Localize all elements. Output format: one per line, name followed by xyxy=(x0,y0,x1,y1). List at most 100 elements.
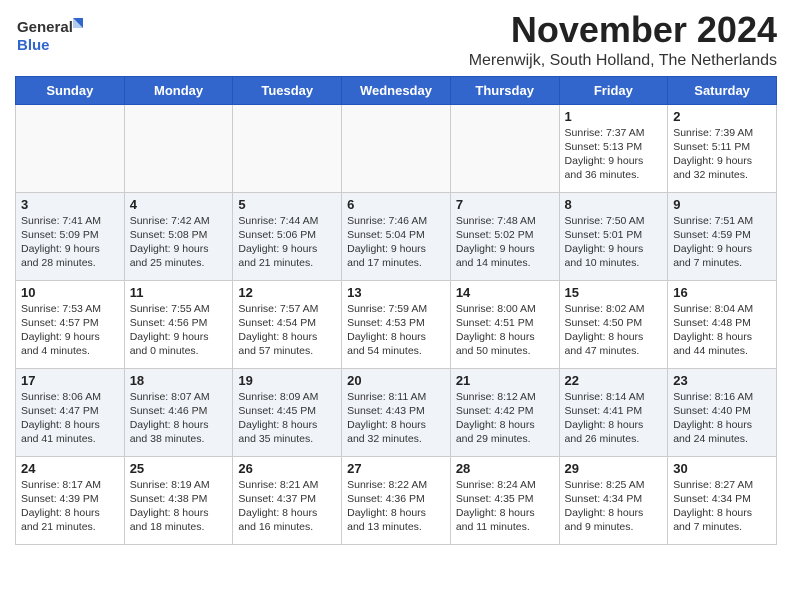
day-number: 2 xyxy=(673,109,771,124)
title-area: November 2024 Merenwijk, South Holland, … xyxy=(469,10,777,70)
calendar-cell: 11 Sunrise: 7:55 AM Sunset: 4:56 PM Dayli… xyxy=(124,280,233,368)
month-title: November 2024 xyxy=(469,10,777,50)
calendar-cell: 27Sunrise: 8:22 AM Sunset: 4:36 PM Dayli… xyxy=(342,456,451,544)
day-number: 22 xyxy=(565,373,663,388)
calendar-cell: 17Sunrise: 8:06 AM Sunset: 4:47 PM Dayli… xyxy=(16,368,125,456)
day-info: Sunrise: 8:07 AM Sunset: 4:46 PM Dayligh… xyxy=(130,390,228,447)
day-info: Sunrise: 8:19 AM Sunset: 4:38 PM Dayligh… xyxy=(130,478,228,535)
day-number: 13 xyxy=(347,285,445,300)
day-number: 27 xyxy=(347,461,445,476)
day-info: Sunrise: 7:39 AM Sunset: 5:11 PM Dayligh… xyxy=(673,126,771,183)
day-info: Sunrise: 8:27 AM Sunset: 4:34 PM Dayligh… xyxy=(673,478,771,535)
location-subtitle: Merenwijk, South Holland, The Netherland… xyxy=(469,52,777,70)
day-info: Sunrise: 8:04 AM Sunset: 4:48 PM Dayligh… xyxy=(673,302,771,359)
day-number: 9 xyxy=(673,197,771,212)
calendar-cell: 10Sunrise: 7:53 AM Sunset: 4:57 PM Dayli… xyxy=(16,280,125,368)
header-row: SundayMondayTuesdayWednesdayThursdayFrid… xyxy=(16,76,777,104)
day-info: Sunrise: 8:16 AM Sunset: 4:40 PM Dayligh… xyxy=(673,390,771,447)
logo-svg: General Blue xyxy=(15,14,85,56)
day-number: 20 xyxy=(347,373,445,388)
page-header: General Blue November 2024 Merenwijk, So… xyxy=(15,10,777,70)
svg-text:Blue: Blue xyxy=(17,37,50,54)
calendar-week-4: 17Sunrise: 8:06 AM Sunset: 4:47 PM Dayli… xyxy=(16,368,777,456)
calendar-cell: 22 Sunrise: 8:14 AM Sunset: 4:41 PM Dayli… xyxy=(559,368,668,456)
day-number: 28 xyxy=(456,461,554,476)
calendar-week-2: 3 Sunrise: 7:41 AM Sunset: 5:09 PM Daylig… xyxy=(16,192,777,280)
col-header-tuesday: Tuesday xyxy=(233,76,342,104)
day-info: Sunrise: 7:41 AM Sunset: 5:09 PM Dayligh… xyxy=(21,214,119,271)
day-info: Sunrise: 8:02 AM Sunset: 4:50 PM Dayligh… xyxy=(565,302,663,359)
calendar-week-3: 10Sunrise: 7:53 AM Sunset: 4:57 PM Dayli… xyxy=(16,280,777,368)
calendar-cell: 13 Sunrise: 7:59 AM Sunset: 4:53 PM Dayli… xyxy=(342,280,451,368)
col-header-friday: Friday xyxy=(559,76,668,104)
col-header-saturday: Saturday xyxy=(668,76,777,104)
calendar-cell: 12 Sunrise: 7:57 AM Sunset: 4:54 PM Dayli… xyxy=(233,280,342,368)
day-number: 11 xyxy=(130,285,228,300)
calendar-table: SundayMondayTuesdayWednesdayThursdayFrid… xyxy=(15,76,777,545)
calendar-week-1: 1 Sunrise: 7:37 AM Sunset: 5:13 PM Daylig… xyxy=(16,104,777,192)
calendar-cell: 8 Sunrise: 7:50 AM Sunset: 5:01 PM Daylig… xyxy=(559,192,668,280)
day-info: Sunrise: 8:14 AM Sunset: 4:41 PM Dayligh… xyxy=(565,390,663,447)
calendar-cell xyxy=(16,104,125,192)
calendar-week-5: 24Sunrise: 8:17 AM Sunset: 4:39 PM Dayli… xyxy=(16,456,777,544)
day-number: 25 xyxy=(130,461,228,476)
day-info: Sunrise: 7:53 AM Sunset: 4:57 PM Dayligh… xyxy=(21,302,119,359)
day-number: 8 xyxy=(565,197,663,212)
day-info: Sunrise: 7:44 AM Sunset: 5:06 PM Dayligh… xyxy=(238,214,336,271)
calendar-cell: 25 Sunrise: 8:19 AM Sunset: 4:38 PM Dayli… xyxy=(124,456,233,544)
day-number: 6 xyxy=(347,197,445,212)
day-number: 24 xyxy=(21,461,119,476)
day-number: 23 xyxy=(673,373,771,388)
day-info: Sunrise: 7:55 AM Sunset: 4:56 PM Dayligh… xyxy=(130,302,228,359)
day-info: Sunrise: 8:24 AM Sunset: 4:35 PM Dayligh… xyxy=(456,478,554,535)
calendar-cell: 14 Sunrise: 8:00 AM Sunset: 4:51 PM Dayli… xyxy=(450,280,559,368)
day-number: 15 xyxy=(565,285,663,300)
col-header-monday: Monday xyxy=(124,76,233,104)
day-info: Sunrise: 7:42 AM Sunset: 5:08 PM Dayligh… xyxy=(130,214,228,271)
calendar-cell: 15 Sunrise: 8:02 AM Sunset: 4:50 PM Dayli… xyxy=(559,280,668,368)
col-header-sunday: Sunday xyxy=(16,76,125,104)
calendar-cell: 3 Sunrise: 7:41 AM Sunset: 5:09 PM Daylig… xyxy=(16,192,125,280)
day-number: 5 xyxy=(238,197,336,212)
calendar-cell xyxy=(450,104,559,192)
day-info: Sunrise: 7:59 AM Sunset: 4:53 PM Dayligh… xyxy=(347,302,445,359)
calendar-cell: 7Sunrise: 7:48 AM Sunset: 5:02 PM Daylig… xyxy=(450,192,559,280)
day-info: Sunrise: 8:09 AM Sunset: 4:45 PM Dayligh… xyxy=(238,390,336,447)
day-number: 3 xyxy=(21,197,119,212)
day-info: Sunrise: 7:57 AM Sunset: 4:54 PM Dayligh… xyxy=(238,302,336,359)
day-number: 14 xyxy=(456,285,554,300)
calendar-cell: 5 Sunrise: 7:44 AM Sunset: 5:06 PM Daylig… xyxy=(233,192,342,280)
calendar-cell: 21Sunrise: 8:12 AM Sunset: 4:42 PM Dayli… xyxy=(450,368,559,456)
day-number: 21 xyxy=(456,373,554,388)
calendar-cell: 24Sunrise: 8:17 AM Sunset: 4:39 PM Dayli… xyxy=(16,456,125,544)
calendar-cell: 1 Sunrise: 7:37 AM Sunset: 5:13 PM Daylig… xyxy=(559,104,668,192)
day-number: 29 xyxy=(565,461,663,476)
calendar-cell: 29Sunrise: 8:25 AM Sunset: 4:34 PM Dayli… xyxy=(559,456,668,544)
calendar-cell: 20 Sunrise: 8:11 AM Sunset: 4:43 PM Dayli… xyxy=(342,368,451,456)
day-number: 19 xyxy=(238,373,336,388)
day-number: 4 xyxy=(130,197,228,212)
day-info: Sunrise: 7:50 AM Sunset: 5:01 PM Dayligh… xyxy=(565,214,663,271)
calendar-cell: 23 Sunrise: 8:16 AM Sunset: 4:40 PM Dayli… xyxy=(668,368,777,456)
day-number: 16 xyxy=(673,285,771,300)
calendar-cell: 9 Sunrise: 7:51 AM Sunset: 4:59 PM Daylig… xyxy=(668,192,777,280)
day-number: 17 xyxy=(21,373,119,388)
day-info: Sunrise: 7:46 AM Sunset: 5:04 PM Dayligh… xyxy=(347,214,445,271)
day-number: 12 xyxy=(238,285,336,300)
day-number: 1 xyxy=(565,109,663,124)
day-info: Sunrise: 7:51 AM Sunset: 4:59 PM Dayligh… xyxy=(673,214,771,271)
day-info: Sunrise: 8:11 AM Sunset: 4:43 PM Dayligh… xyxy=(347,390,445,447)
calendar-cell: 19 Sunrise: 8:09 AM Sunset: 4:45 PM Dayli… xyxy=(233,368,342,456)
day-info: Sunrise: 8:00 AM Sunset: 4:51 PM Dayligh… xyxy=(456,302,554,359)
calendar-cell: 30 Sunrise: 8:27 AM Sunset: 4:34 PM Dayli… xyxy=(668,456,777,544)
calendar-cell: 28 Sunrise: 8:24 AM Sunset: 4:35 PM Dayli… xyxy=(450,456,559,544)
calendar-cell: 6 Sunrise: 7:46 AM Sunset: 5:04 PM Daylig… xyxy=(342,192,451,280)
calendar-cell xyxy=(233,104,342,192)
col-header-wednesday: Wednesday xyxy=(342,76,451,104)
svg-text:General: General xyxy=(17,19,73,36)
day-info: Sunrise: 8:21 AM Sunset: 4:37 PM Dayligh… xyxy=(238,478,336,535)
day-info: Sunrise: 7:37 AM Sunset: 5:13 PM Dayligh… xyxy=(565,126,663,183)
day-number: 7 xyxy=(456,197,554,212)
day-number: 30 xyxy=(673,461,771,476)
calendar-cell xyxy=(342,104,451,192)
